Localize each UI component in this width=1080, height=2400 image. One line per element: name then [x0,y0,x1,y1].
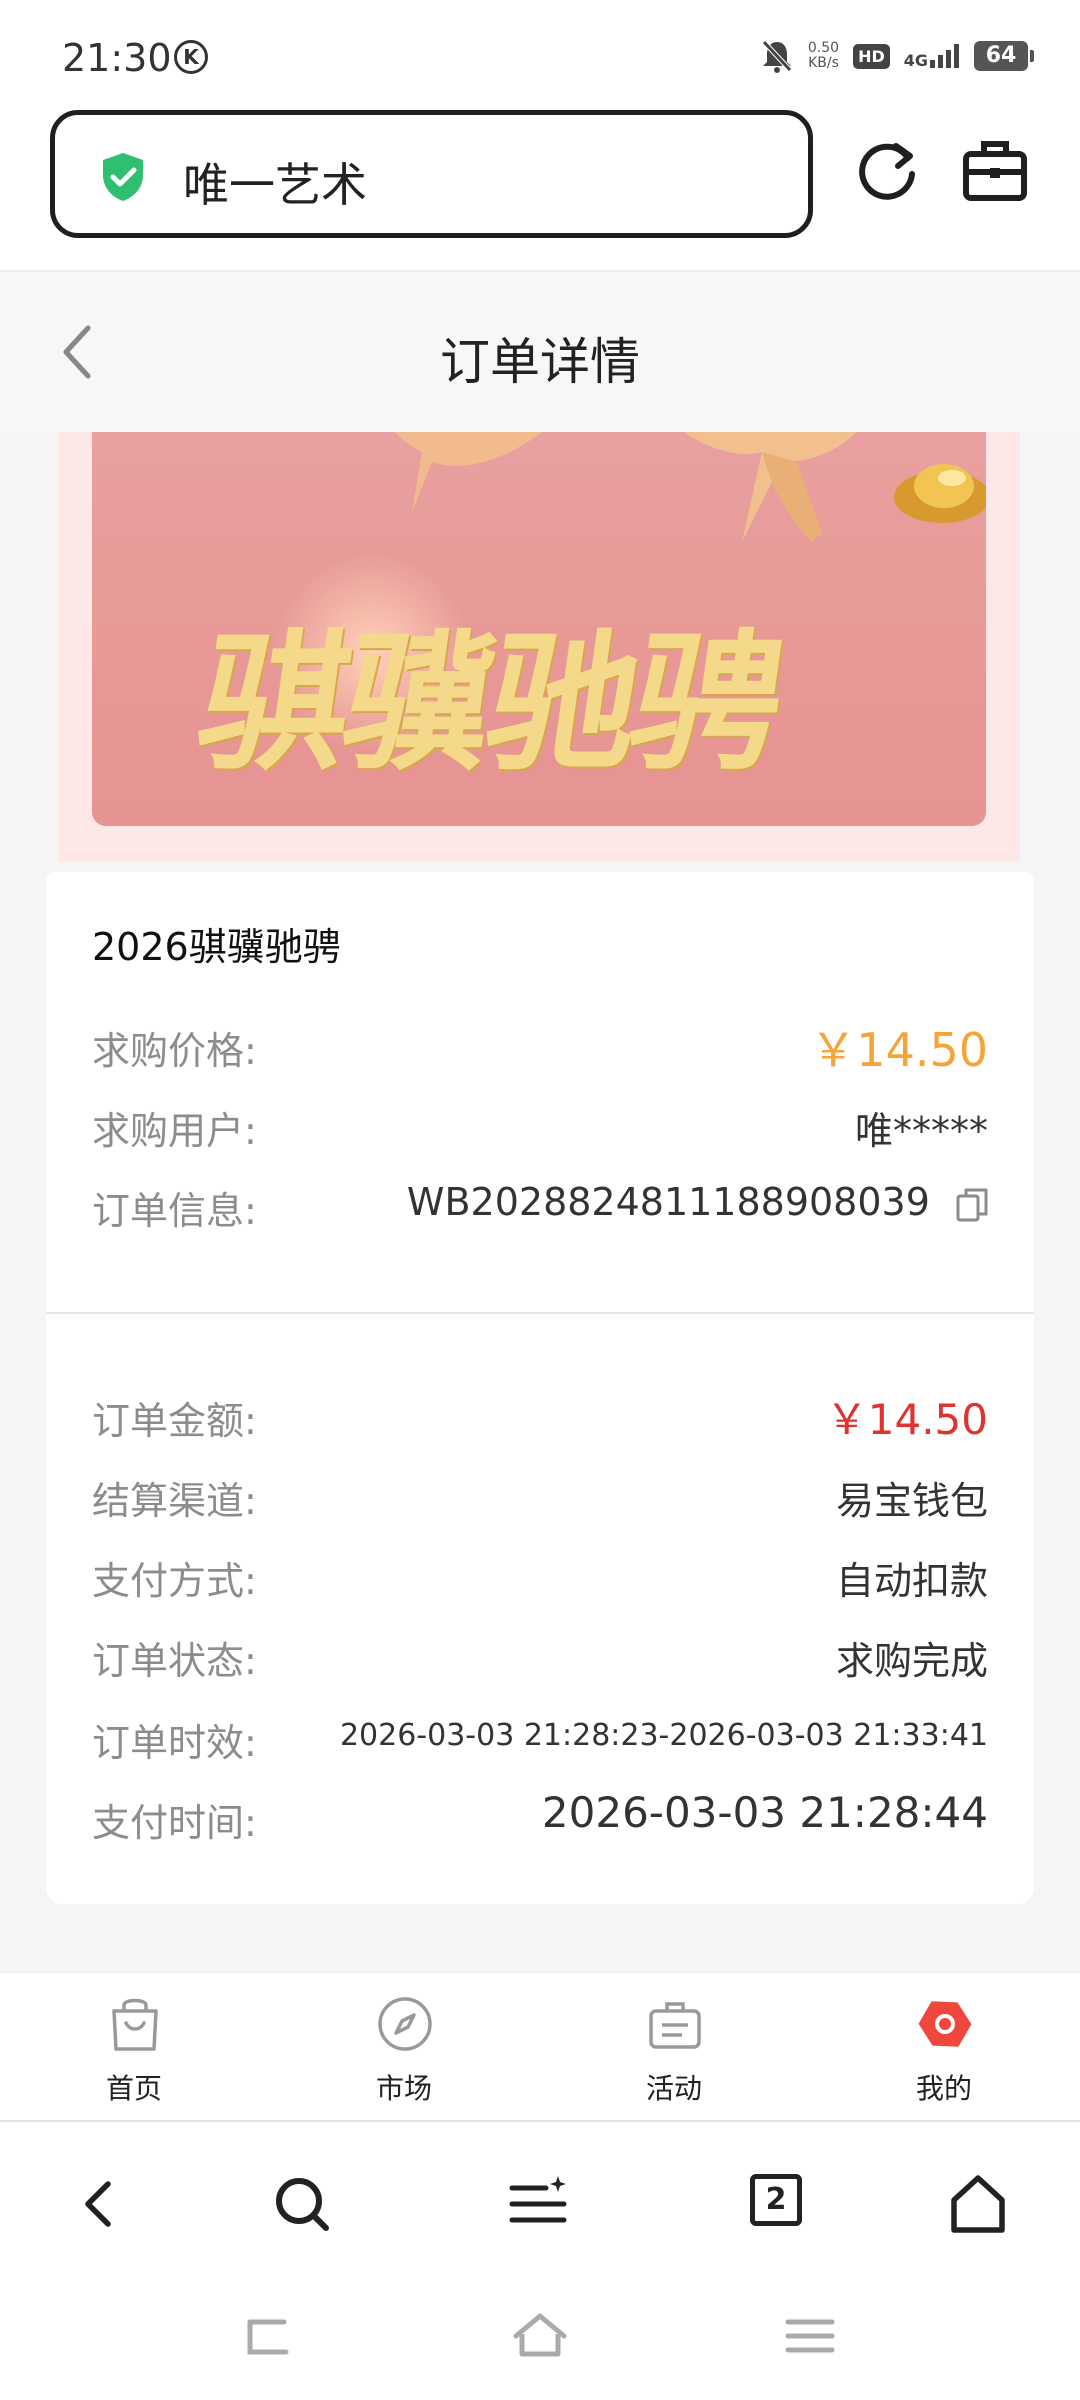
nav-market[interactable]: 市场 [304,1973,504,2121]
banner-frame: 骐骥驰骋 [58,432,1020,862]
amount-value: ￥14.50 [825,1395,988,1444]
user-value: 唯***** [854,1109,988,1153]
page-title: 订单详情 [440,333,640,391]
pay-method-label: 支付方式: [92,1559,257,1603]
net-speed-value: 0.50 [807,40,840,56]
signal-bars-icon [930,44,959,68]
status-row: 订单状态: 求购完成 [92,1630,988,1690]
order-summary-card: 2026骐骥驰骋 求购价格: ￥14.50 求购用户: 唯***** 订单信息:… [46,872,1034,1312]
status-label: 订单状态: [92,1639,257,1683]
pay-time-value: 2026-03-03 21:28:44 [541,1788,988,1837]
status-right-group: 0.50 KB/s HD 4G 64 [760,38,1034,74]
nav-activity[interactable]: 活动 [574,1973,774,2121]
clock: 21:30 [62,36,172,80]
system-navigation-bar [0,2280,1080,2400]
page-header: 订单详情 [0,272,1080,432]
net-speed-unit: KB/s [808,55,839,71]
order-payment-card: 订单金额: ￥14.50 结算渠道: 易宝钱包 支付方式: 自动扣款 订单状态:… [46,1314,1034,1904]
activity-briefcase-icon [649,2002,701,2049]
status-value: 求购完成 [835,1639,988,1683]
item-name: 2026骐骥驰骋 [92,925,341,969]
k-badge-icon: K [174,40,208,74]
shopping-bag-icon [112,1998,158,2051]
app-bottom-nav: 首页 市场 活动 我的 [0,1972,1080,2120]
system-recents-icon[interactable] [782,2308,838,2364]
address-bar[interactable]: 唯一艺术 [50,110,813,238]
price-label: 求购价格: [92,1029,257,1073]
browser-bottom-toolbar: 2 [0,2120,1080,2280]
validity-value: 2026-03-03 21:28:23-2026-03-03 21:33:41 [339,1718,988,1753]
item-banner-image: 骐骥驰骋 [92,432,986,826]
pay-method-value: 自动扣款 [835,1559,988,1603]
order-info-row: 订单信息: WB202882481118890803​9 [92,1180,988,1240]
channel-label: 结算渠道: [92,1479,257,1523]
pay-time-row: 支付时间: 2026-03-03 21:28:44 [92,1788,988,1852]
status-bar: 21:30 K 0.50 KB/s HD 4G 64 [0,0,1080,110]
copy-icon[interactable] [956,1188,988,1222]
user-label: 求购用户: [92,1109,257,1153]
reload-icon[interactable] [852,136,922,206]
nav-mine-label: 我的 [915,2072,972,2105]
system-back-icon[interactable] [240,2308,296,2364]
user-row: 求购用户: 唯***** [92,1100,988,1160]
channel-value: 易宝钱包 [835,1479,988,1523]
amount-row: 订单金额: ￥14.50 [92,1390,988,1450]
pay-method-row: 支付方式: 自动扣款 [92,1550,988,1610]
search-icon[interactable] [270,2172,334,2236]
validity-label: 订单时效: [92,1721,257,1765]
menu-sparkle-icon[interactable] [506,2172,570,2236]
toolbox-icon[interactable] [960,136,1030,206]
nav-activity-label: 活动 [645,2072,702,2105]
order-info-label: 订单信息: [92,1189,257,1233]
mute-bell-icon [762,40,792,73]
nav-home-label: 首页 [105,2072,162,2105]
validity-row: 订单时效: 2026-03-03 21:28:23-2026-03-03 21:… [92,1712,988,1772]
system-home-icon[interactable] [512,2308,568,2364]
signal-group: 4G [903,44,960,70]
secure-shield-icon [103,153,143,201]
profile-hexagon-icon [918,2001,972,2047]
tab-count-button[interactable]: 2 [750,2174,802,2226]
order-number: WB202882481118890803​9 [406,1180,930,1224]
gold-ingot-illustration [894,464,986,523]
channel-row: 结算渠道: 易宝钱包 [92,1470,988,1530]
order-info-value-group: WB202882481118890803​9 [407,1180,988,1224]
address-text: 唯一艺术 [183,158,367,212]
price-row: 求购价格: ￥14.50 [92,1020,988,1080]
galloping-horse-illustration [394,432,857,542]
banner-caption: 骐骥驰骋 [187,615,789,791]
hd-badge: HD [853,43,890,69]
network-type: 4G [903,51,928,70]
price-value: ￥14.50 [810,1023,988,1077]
home-icon[interactable] [946,2172,1010,2236]
compass-icon [378,1997,432,2051]
browser-back-icon[interactable] [70,2172,134,2236]
nav-mine[interactable]: 我的 [844,1973,1044,2121]
nav-market-label: 市场 [375,2072,432,2105]
amount-label: 订单金额: [92,1399,257,1443]
pay-time-label: 支付时间: [92,1801,257,1845]
nav-home[interactable]: 首页 [34,1973,234,2121]
net-speed: 0.50 KB/s [808,41,839,71]
browser-top-bar: 唯一艺术 [0,110,1080,272]
battery-indicator: 64 [974,41,1034,71]
